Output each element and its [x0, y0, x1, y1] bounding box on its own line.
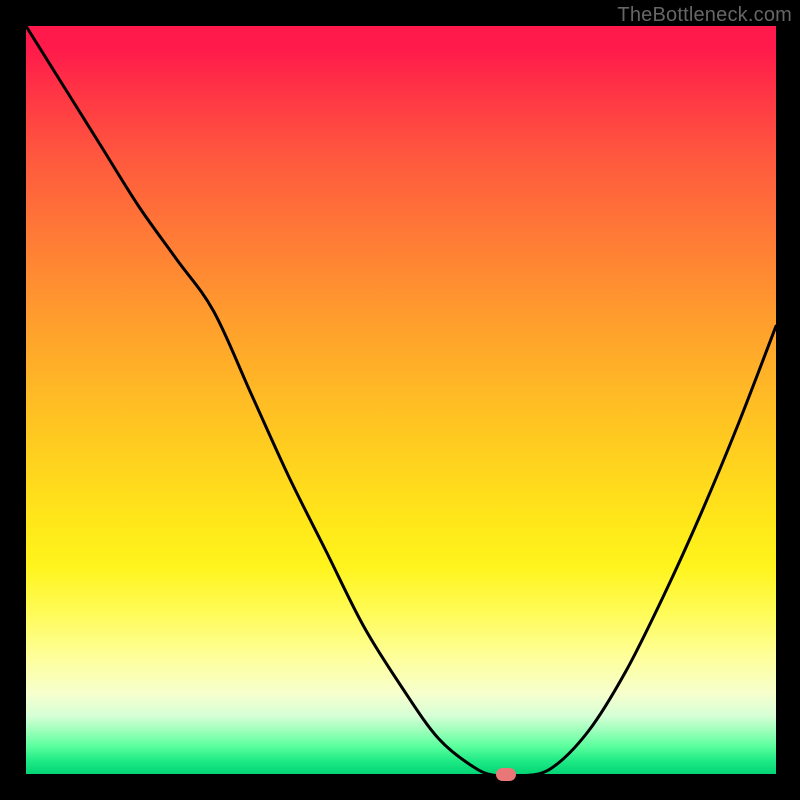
- watermark-caption: TheBottleneck.com: [617, 4, 792, 27]
- minimum-marker: [496, 768, 516, 781]
- chart-container: TheBottleneck.com: [0, 0, 800, 800]
- bottleneck-curve: [26, 26, 776, 776]
- plot-area: [26, 26, 776, 776]
